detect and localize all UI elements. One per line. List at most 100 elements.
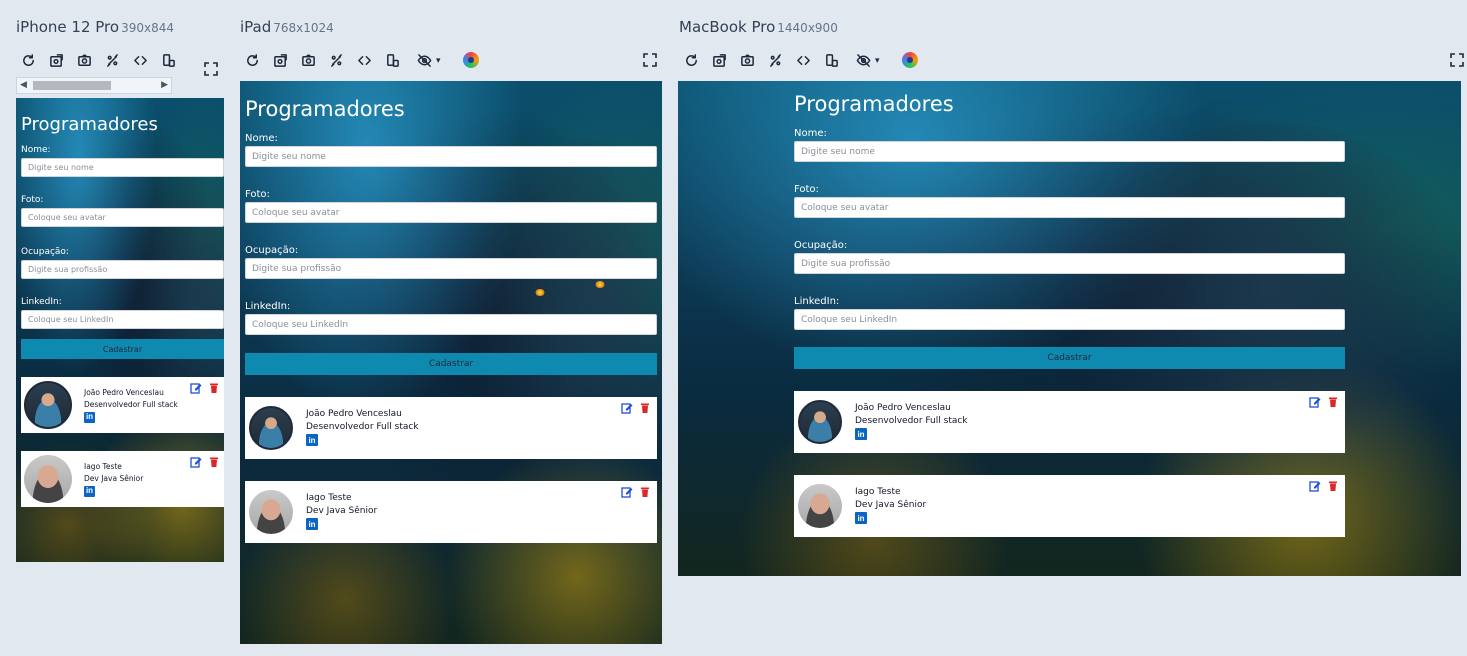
edit-icon[interactable]	[190, 455, 202, 468]
name-label: Nome:	[794, 128, 827, 139]
hide-icon[interactable]	[853, 50, 873, 70]
card-info: João Pedro Venceslau Desenvolvedor Full …	[84, 387, 178, 423]
submit-button[interactable]: Cadastrar	[21, 339, 224, 359]
delete-icon[interactable]	[1327, 479, 1339, 491]
programmer-name: João Pedro Venceslau	[306, 409, 402, 420]
device-name: MacBook Pro	[679, 18, 776, 36]
occupation-input[interactable]	[794, 253, 1345, 274]
device-dims: 768x1024	[273, 21, 334, 35]
delete-icon[interactable]	[208, 381, 220, 393]
device-switch-icon[interactable]	[382, 50, 402, 70]
photo-input[interactable]	[245, 202, 657, 223]
device-dims: 1440x900	[777, 21, 838, 35]
refresh-icon[interactable]	[18, 50, 38, 70]
color-picker-icon[interactable]	[461, 50, 481, 70]
ipad-viewport: Programadores Nome: Foto: Ocupação: Link…	[240, 81, 662, 644]
edit-icon[interactable]	[621, 485, 633, 498]
card-info: Iago Teste Dev Java Sênior in	[306, 492, 377, 532]
code-icon[interactable]	[793, 50, 813, 70]
fullscreen-icon[interactable]	[204, 62, 220, 78]
delete-icon[interactable]	[208, 455, 220, 467]
submit-button[interactable]: Cadastrar	[794, 347, 1345, 369]
delete-icon[interactable]	[639, 485, 651, 497]
programmer-name: Iago Teste	[306, 493, 352, 504]
code-icon[interactable]	[130, 50, 150, 70]
programmer-name: João Pedro Venceslau	[855, 403, 951, 414]
linkedin-input[interactable]	[245, 314, 657, 335]
throttle-icon[interactable]	[765, 50, 785, 70]
programmer-card: Iago Teste Dev Java Sênior in	[245, 481, 657, 543]
programmer-name: João Pedro Venceslau	[84, 388, 164, 397]
hide-icon[interactable]	[414, 50, 434, 70]
programmer-role: Desenvolvedor Full stack	[306, 422, 419, 433]
linkedin-label: LinkedIn:	[794, 296, 840, 307]
programmer-role: Dev Java Sênior	[855, 500, 927, 511]
occupation-input[interactable]	[21, 260, 224, 279]
rotate-icon[interactable]	[46, 50, 66, 70]
device-switch-icon[interactable]	[158, 50, 178, 70]
throttle-icon[interactable]	[102, 50, 122, 70]
page-title: Programadores	[21, 114, 158, 135]
programmer-name: Iago Teste	[855, 487, 901, 498]
programmer-card: João Pedro Venceslau Desenvolvedor Full …	[245, 397, 657, 459]
page-title: Programadores	[245, 97, 405, 121]
device-title: iPhone 12 Pro 390x844	[16, 18, 174, 36]
card-actions	[621, 401, 651, 414]
fullscreen-icon[interactable]	[643, 53, 659, 69]
occupation-input[interactable]	[245, 258, 657, 279]
card-info: Iago Teste Dev Java Sênior in	[855, 486, 926, 526]
scrollbar-thumb[interactable]	[33, 81, 111, 90]
delete-icon[interactable]	[1327, 395, 1339, 407]
delete-icon[interactable]	[639, 401, 651, 413]
name-input[interactable]	[21, 158, 224, 177]
programmer-card: João Pedro Venceslau Desenvolvedor Full …	[21, 377, 224, 433]
rotate-icon[interactable]	[709, 50, 729, 70]
code-icon[interactable]	[354, 50, 374, 70]
linkedin-input[interactable]	[21, 310, 224, 329]
photo-input[interactable]	[21, 208, 224, 227]
photo-input[interactable]	[794, 197, 1345, 218]
fullscreen-icon[interactable]	[1450, 53, 1466, 69]
screenshot-icon[interactable]	[737, 50, 757, 70]
refresh-icon[interactable]	[242, 50, 262, 70]
linkedin-icon[interactable]: in	[306, 518, 318, 531]
avatar	[24, 455, 72, 503]
programmer-role: Desenvolvedor Full stack	[84, 400, 178, 409]
screenshot-icon[interactable]	[74, 50, 94, 70]
macbook-viewport: Programadores Nome: Foto: Ocupação: Link…	[678, 81, 1461, 576]
name-input[interactable]	[794, 141, 1345, 162]
edit-icon[interactable]	[1309, 479, 1321, 492]
linkedin-input[interactable]	[794, 309, 1345, 330]
scroll-left-arrow-icon[interactable]: ◀	[20, 79, 27, 90]
linkedin-icon[interactable]: in	[306, 434, 318, 447]
app-page: Programadores Nome: Foto: Ocupação: Link…	[794, 92, 1345, 537]
device-title: iPad 768x1024	[240, 18, 334, 36]
iphone-viewport: Programadores Nome: Foto: Ocupação: Link…	[16, 98, 224, 562]
submit-button[interactable]: Cadastrar	[245, 353, 657, 375]
name-input[interactable]	[245, 146, 657, 167]
linkedin-icon[interactable]: in	[855, 512, 867, 525]
linkedin-icon[interactable]: in	[84, 485, 95, 497]
photo-label: Foto:	[794, 184, 819, 195]
color-picker-icon[interactable]	[900, 50, 920, 70]
scroll-right-arrow-icon[interactable]: ▶	[161, 79, 168, 90]
linkedin-icon[interactable]: in	[84, 411, 95, 423]
app-page: Programadores Nome: Foto: Ocupação: Link…	[21, 114, 224, 507]
throttle-icon[interactable]	[326, 50, 346, 70]
chevron-down-icon[interactable]: ▾	[436, 55, 441, 66]
refresh-icon[interactable]	[681, 50, 701, 70]
card-actions	[1309, 479, 1339, 492]
photo-label: Foto:	[245, 189, 270, 200]
linkedin-icon[interactable]: in	[855, 428, 867, 441]
chevron-down-icon[interactable]: ▾	[875, 55, 880, 66]
rotate-icon[interactable]	[270, 50, 290, 70]
card-actions	[621, 485, 651, 498]
horizontal-scrollbar[interactable]: ◀ ▶	[16, 77, 172, 94]
edit-icon[interactable]	[1309, 395, 1321, 408]
programmer-card: João Pedro Venceslau Desenvolvedor Full …	[794, 391, 1345, 453]
edit-icon[interactable]	[621, 401, 633, 414]
edit-icon[interactable]	[190, 381, 202, 394]
device-switch-icon[interactable]	[821, 50, 841, 70]
card-actions	[190, 381, 220, 394]
screenshot-icon[interactable]	[298, 50, 318, 70]
